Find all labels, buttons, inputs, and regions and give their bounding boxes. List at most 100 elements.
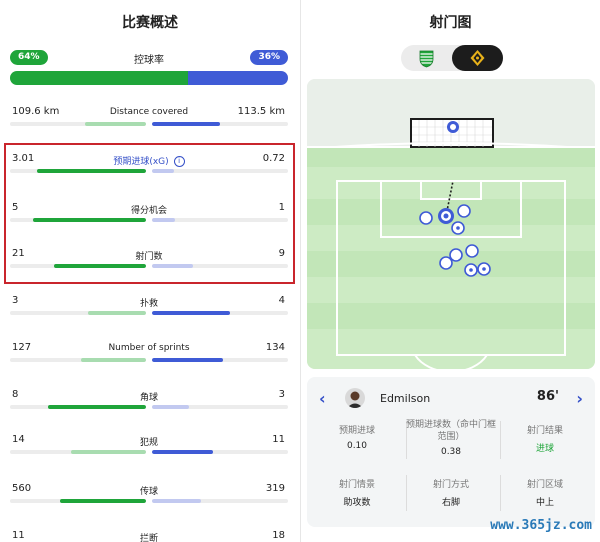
possession-bar-home [10, 71, 188, 85]
previous-shot-chevron-left-icon[interactable]: ‹ [319, 389, 326, 408]
metric-label: 预期进球 [338, 426, 375, 436]
home-stat-bar [80, 358, 146, 362]
next-shot-chevron-right-icon[interactable]: › [576, 389, 583, 408]
highlight-box [4, 143, 295, 284]
away-stat-value: 319 [265, 483, 285, 494]
away-stat-bar [152, 358, 223, 362]
match-overview-panel: 比赛概述 64% 控球率 36% 109.6 km Distance covere… [0, 0, 300, 542]
metric-label: 预期进球数（命中门框范围） [406, 420, 497, 442]
metric-value: 0.10 [346, 441, 368, 451]
away-stat-value: 3 [278, 389, 285, 400]
stat-label-text: 犯规 [139, 438, 158, 448]
metric-value: 中上 [535, 498, 554, 508]
away-stat-value: 18 [272, 530, 285, 541]
metric-goal-zone: 射门区域 中上 [500, 479, 590, 508]
metric-label: 射门结果 [526, 426, 563, 436]
stat-row: 8 角球 3 [10, 389, 288, 423]
away-stat-bar [152, 405, 189, 409]
stat-label: Distance covered [60, 107, 238, 117]
away-stat-value: 11 [272, 434, 285, 445]
player-name: Edmilson [380, 392, 431, 405]
stat-row: 560 传球 319 [10, 483, 288, 517]
metric-situation: 射门情景 助攻数 [312, 479, 402, 508]
shotmap-title: 射门图 [429, 15, 472, 31]
home-team-toggle[interactable] [401, 45, 452, 71]
home-stat-track [10, 405, 146, 409]
away-stat-bar [152, 122, 220, 126]
away-stat-bar [152, 311, 230, 315]
possession-bar [10, 71, 288, 85]
away-stat-track [152, 405, 288, 409]
metric-value: 右脚 [441, 498, 460, 508]
shot-detail-card: ‹ Edmilson 86' › 预期进球 0.10 预期进球数（命中门框范围）… [307, 377, 595, 527]
home-stat-bar [84, 122, 146, 126]
possession-row: 64% 控球率 36% [10, 50, 288, 90]
away-possession-badge: 36% [250, 50, 288, 65]
home-stat-track [10, 499, 146, 503]
away-team-toggle[interactable] [452, 45, 503, 71]
metric-xg: 预期进球 0.10 [312, 425, 402, 451]
stat-label: 角球 [60, 390, 238, 403]
overview-title: 比赛概述 [122, 15, 178, 31]
stat-label: 拦断 [60, 531, 238, 542]
home-stat-value: 560 [12, 483, 32, 494]
away-stat-value: 134 [265, 342, 285, 353]
stat-label: 传球 [60, 484, 238, 497]
player-photo-icon [347, 391, 363, 408]
metric-xgot: 预期进球数（命中门框范围） 0.38 [406, 419, 496, 457]
stat-label-text: Distance covered [109, 107, 189, 117]
home-stat-bar [71, 450, 146, 454]
home-stat-value: 127 [12, 342, 32, 353]
away-stat-track [152, 450, 288, 454]
stat-row: 109.6 km Distance covered 113.5 km [10, 106, 288, 140]
metric-label: 射门区域 [526, 480, 563, 490]
stat-label-text: 拦断 [139, 534, 158, 542]
pitch-graphic [307, 79, 595, 369]
metric-result: 射门结果 进球 [500, 425, 590, 454]
watermark: www.365jz.com [490, 518, 592, 533]
away-stat-value: 4 [278, 295, 285, 306]
team-toggle[interactable] [401, 45, 503, 71]
home-stat-bar [48, 405, 146, 409]
away-crest-icon [470, 50, 485, 66]
stat-row: 127 Number of sprints 134 [10, 342, 288, 376]
away-stat-track [152, 122, 288, 126]
away-stat-bar [152, 499, 201, 503]
possession-bar-away [187, 71, 288, 85]
sporting-crest-icon [419, 50, 434, 68]
shot-map-pitch [307, 79, 595, 369]
shot-minute: 86' [536, 389, 559, 404]
home-stat-value: 109.6 km [12, 106, 60, 117]
stat-label-text: 角球 [139, 393, 158, 403]
home-stat-value: 3 [12, 295, 19, 306]
away-stat-bar [152, 450, 214, 454]
home-stat-track [10, 450, 146, 454]
home-stat-value: 11 [12, 530, 25, 541]
metric-value: 助攻数 [343, 498, 371, 508]
metric-label: 射门情景 [338, 480, 375, 490]
stat-label: 犯规 [60, 435, 238, 448]
away-stat-track [152, 358, 288, 362]
stat-label-text: Number of sprints [108, 343, 190, 353]
stat-row: 3 扑救 4 [10, 295, 288, 329]
home-stat-bar [87, 311, 146, 315]
metric-value: 进球 [535, 444, 554, 454]
stat-label-text: 扑救 [139, 299, 158, 309]
home-stat-track [10, 122, 146, 126]
away-stat-track [152, 311, 288, 315]
possession-label: 控球率 [134, 55, 164, 66]
player-avatar [345, 388, 365, 408]
home-stat-value: 14 [12, 434, 25, 445]
away-stat-value: 113.5 km [237, 106, 285, 117]
stat-label: 扑救 [60, 296, 238, 309]
home-stat-bar [60, 499, 146, 503]
home-stat-track [10, 311, 146, 315]
home-stat-value: 8 [12, 389, 19, 400]
metric-value: 0.38 [440, 447, 462, 457]
home-stat-track [10, 358, 146, 362]
stat-label: Number of sprints [60, 343, 238, 353]
metric-shot-type: 射门方式 右脚 [406, 479, 496, 508]
stat-row: 11 拦断 18 [10, 530, 288, 542]
shot-map-panel: 射门图 ‹ Edmilson 86' › 预期进球 0.10 预期进球数（命中门… [301, 0, 600, 542]
away-stat-track [152, 499, 288, 503]
